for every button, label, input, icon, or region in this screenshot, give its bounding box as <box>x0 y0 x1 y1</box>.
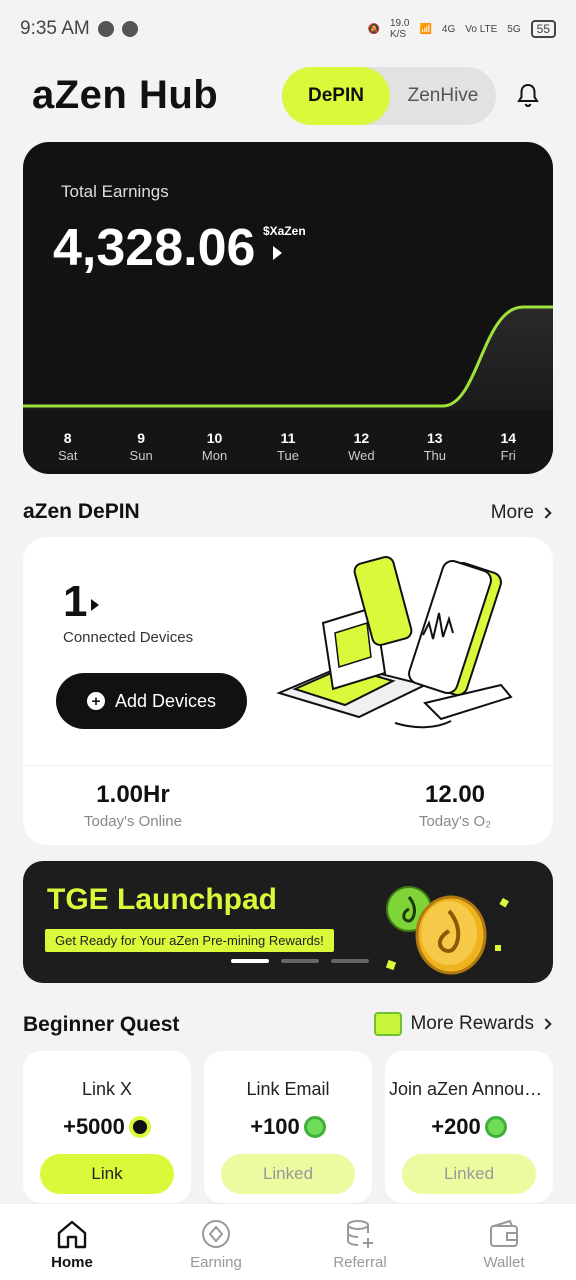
chevron-right-icon <box>540 1018 552 1030</box>
tab-referral-label: Referral <box>333 1254 387 1271</box>
quest-title: Link X <box>81 1079 133 1099</box>
day-item[interactable]: 11 Tue <box>258 410 318 470</box>
chevron-right-icon <box>540 507 552 519</box>
tge-launchpad-banner[interactable]: TGE Launchpad Get Ready for Your aZen Pr… <box>23 861 553 983</box>
earnings-label: Total Earnings <box>61 182 169 201</box>
depin-more-link[interactable]: More <box>490 502 552 524</box>
stat-o2-label: Today's O₂ <box>418 813 492 830</box>
stat-online-value: 1.00Hr <box>96 781 170 808</box>
gold-coin-icon <box>128 1116 151 1138</box>
day-item[interactable]: 10 Mon <box>185 410 245 470</box>
banner-pager <box>231 959 369 963</box>
quest-card: Link X +5000 Link <box>23 1051 191 1203</box>
quest-section-title: Beginner Quest <box>23 1013 180 1036</box>
hub-toggle[interactable]: DePIN ZenHive <box>282 67 496 125</box>
quest-reward: +5000 <box>23 1114 191 1140</box>
more-rewards-link[interactable]: More Rewards <box>374 1012 552 1036</box>
signal-4g: 4G <box>441 23 456 35</box>
pager-dot-active <box>231 959 269 963</box>
wifi-icon: 📶 <box>419 23 432 35</box>
bottom-tab-bar: Home Earning Referral Wallet <box>0 1203 576 1280</box>
add-devices-label: Add Devices <box>114 690 217 711</box>
battery-icon: 55 <box>530 20 556 38</box>
tab-home[interactable]: Home <box>0 1204 144 1280</box>
signal-5g: 5G <box>507 23 521 35</box>
stat-o2: 12.00 Today's O₂ <box>345 781 553 830</box>
quest-reward-value: +200 <box>431 1114 481 1139</box>
devices-illustration <box>276 556 513 729</box>
device-count[interactable]: 1 <box>63 577 87 627</box>
pager-dot <box>281 959 319 963</box>
quest-reward-value: +100 <box>250 1114 300 1139</box>
earnings-days: 8 Sat 9 Sun 10 Mon 11 Tue 12 Wed 13 Thu 14 Fri <box>23 410 553 470</box>
stat-o2-value: 12.00 <box>424 781 486 808</box>
status-time: 9:35 AM <box>20 18 90 39</box>
quest-list: Link X +5000 Link Link Email +100 Linked… <box>23 1051 576 1203</box>
link-email-button[interactable]: Linked <box>221 1154 355 1194</box>
signal-volte: Vo LTE <box>465 23 498 35</box>
add-devices-button[interactable]: + Add Devices <box>56 673 247 729</box>
status-bar: 9:35 AM 🔕 19.0 K/S 📶 4G Vo LTE 5G 55 <box>0 0 576 58</box>
wallet-icon <box>490 1219 518 1247</box>
tab-wallet-label: Wallet <box>483 1254 525 1271</box>
day-item[interactable]: 14 Fri <box>478 410 538 470</box>
chat-notification-icon <box>97 21 114 37</box>
tab-wallet[interactable]: Wallet <box>432 1204 576 1280</box>
quest-reward: +100 <box>204 1114 372 1140</box>
day-item[interactable]: 13 Thu <box>405 410 465 470</box>
mute-icon: 🔕 <box>367 23 380 35</box>
depin-divider <box>23 765 553 766</box>
link-x-button[interactable]: Link <box>40 1154 174 1194</box>
day-item[interactable]: 8 Sat <box>38 410 98 470</box>
quest-title: Join aZen Announ... <box>389 1079 550 1099</box>
depin-card: 1 Connected Devices + Add Devices 1.00Hr… <box>23 537 553 845</box>
device-count-arrow-icon[interactable] <box>91 599 99 611</box>
earnings-card[interactable]: Total Earnings 4,328.06 $XaZen 8 Sat 9 Sun… <box>23 142 553 474</box>
join-announcement-button[interactable]: Linked <box>402 1154 536 1194</box>
coin-illustration <box>385 886 509 975</box>
o2-coin-icon <box>303 1116 326 1138</box>
tab-earning-label: Earning <box>190 1254 242 1271</box>
plus-icon: + <box>86 692 105 710</box>
gift-icon <box>374 1012 403 1036</box>
more-rewards-label: More Rewards <box>410 1013 534 1034</box>
banner-subtitle: Get Ready for Your aZen Pre-mining Rewar… <box>45 929 334 952</box>
quest-reward-value: +5000 <box>63 1114 125 1139</box>
quest-card: Link Email +100 Linked <box>204 1051 372 1203</box>
depin-more-label: More <box>490 502 534 523</box>
messenger-notification-icon <box>121 21 138 37</box>
day-item[interactable]: 12 Wed <box>331 410 391 470</box>
tab-referral[interactable]: Referral <box>288 1204 432 1280</box>
earnings-amount: 4,328.06 <box>53 219 256 277</box>
device-count-label: Connected Devices <box>63 629 194 646</box>
quest-card: Join aZen Announ... +200 Linked <box>385 1051 553 1203</box>
quest-title: Link Email <box>246 1079 330 1099</box>
o2-coin-icon <box>484 1116 507 1138</box>
pager-dot <box>331 959 369 963</box>
app-title: aZen Hub <box>32 72 219 117</box>
app-header: aZen Hub DePIN ZenHive <box>32 64 544 126</box>
bell-icon[interactable] <box>516 82 540 108</box>
toggle-zenhive[interactable]: ZenHive <box>390 67 496 125</box>
depin-section-title: aZen DePIN <box>23 500 140 523</box>
quest-reward: +200 <box>385 1114 553 1140</box>
referral-icon <box>347 1220 373 1248</box>
toggle-depin[interactable]: DePIN <box>282 67 390 125</box>
earnings-unit: $XaZen <box>263 224 306 238</box>
tab-earning[interactable]: Earning <box>144 1204 288 1280</box>
day-item[interactable]: 9 Sun <box>111 410 171 470</box>
earning-icon <box>202 1220 230 1248</box>
stat-online: 1.00Hr Today's Online <box>23 781 243 830</box>
net-speed: 19.0 K/S <box>389 18 410 40</box>
earnings-arrow-icon[interactable] <box>273 246 282 260</box>
banner-title: TGE Launchpad <box>47 883 278 916</box>
tab-home-label: Home <box>51 1254 93 1271</box>
earnings-chart <box>23 305 553 412</box>
home-icon <box>57 1220 87 1249</box>
stat-online-label: Today's Online <box>84 813 182 830</box>
